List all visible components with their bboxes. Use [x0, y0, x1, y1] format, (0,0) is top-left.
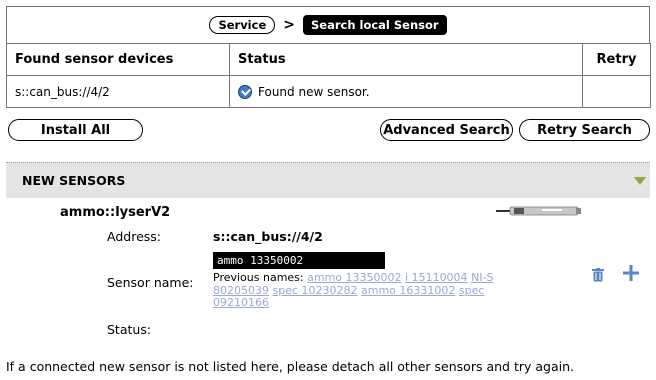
- breadcrumb-service-link[interactable]: Service: [209, 16, 276, 34]
- sensor-name-input[interactable]: [213, 252, 385, 269]
- collapse-arrow-icon[interactable]: [634, 177, 646, 185]
- column-header-status: Status: [229, 43, 583, 76]
- add-plus-icon[interactable]: [622, 264, 640, 282]
- sensor-type-title: ammo::lyserV2: [60, 205, 171, 220]
- column-header-devices: Found sensor devices: [6, 43, 230, 76]
- footer-hint: If a connected new sensor is not listed …: [6, 359, 574, 374]
- column-header-retry: Retry: [582, 43, 651, 76]
- sensor-name-label: Sensor name:: [107, 275, 194, 290]
- trash-icon[interactable]: [592, 268, 604, 282]
- previous-name-link[interactable]: i 15110004: [405, 271, 468, 284]
- previous-name-link[interactable]: ammo 16331002: [361, 284, 455, 297]
- retry-search-button[interactable]: Retry Search: [519, 119, 650, 141]
- previous-names-label: Previous names:: [213, 271, 304, 284]
- device-address-cell: s::can_bus://4/2: [6, 75, 230, 108]
- address-label: Address:: [107, 229, 161, 244]
- install-all-button[interactable]: Install All: [8, 119, 143, 141]
- table-header-row: Found sensor devices Status Retry: [6, 43, 651, 76]
- status-cell: Found new sensor.: [229, 75, 583, 108]
- found-devices-table: Found sensor devices Status Retry s::can…: [6, 43, 651, 108]
- previous-name-link[interactable]: spec 10230282: [273, 284, 358, 297]
- address-value: s::can_bus://4/2: [213, 229, 323, 244]
- new-sensors-section-header[interactable]: NEW SENSORS: [6, 162, 650, 198]
- advanced-search-button[interactable]: Advanced Search: [380, 119, 513, 141]
- breadcrumb-separator: >: [283, 17, 295, 33]
- table-row: s::can_bus://4/2 Found new sensor.: [6, 75, 651, 108]
- search-sensor-panel: Service > Search local Sensor Found sens…: [6, 6, 651, 374]
- breadcrumb: Service > Search local Sensor: [6, 6, 650, 43]
- previous-names: Previous names: ammo 13350002 i 15110004…: [213, 271, 543, 310]
- section-title: NEW SENSORS: [22, 173, 126, 188]
- status-text: Found new sensor.: [258, 84, 370, 99]
- retry-cell: [582, 75, 651, 108]
- previous-name-link[interactable]: ammo 13350002: [307, 271, 401, 284]
- sensor-probe-icon: [496, 206, 581, 216]
- check-circle-icon: [238, 84, 252, 99]
- status-label: Status:: [107, 322, 152, 337]
- breadcrumb-current-page: Search local Sensor: [302, 15, 447, 35]
